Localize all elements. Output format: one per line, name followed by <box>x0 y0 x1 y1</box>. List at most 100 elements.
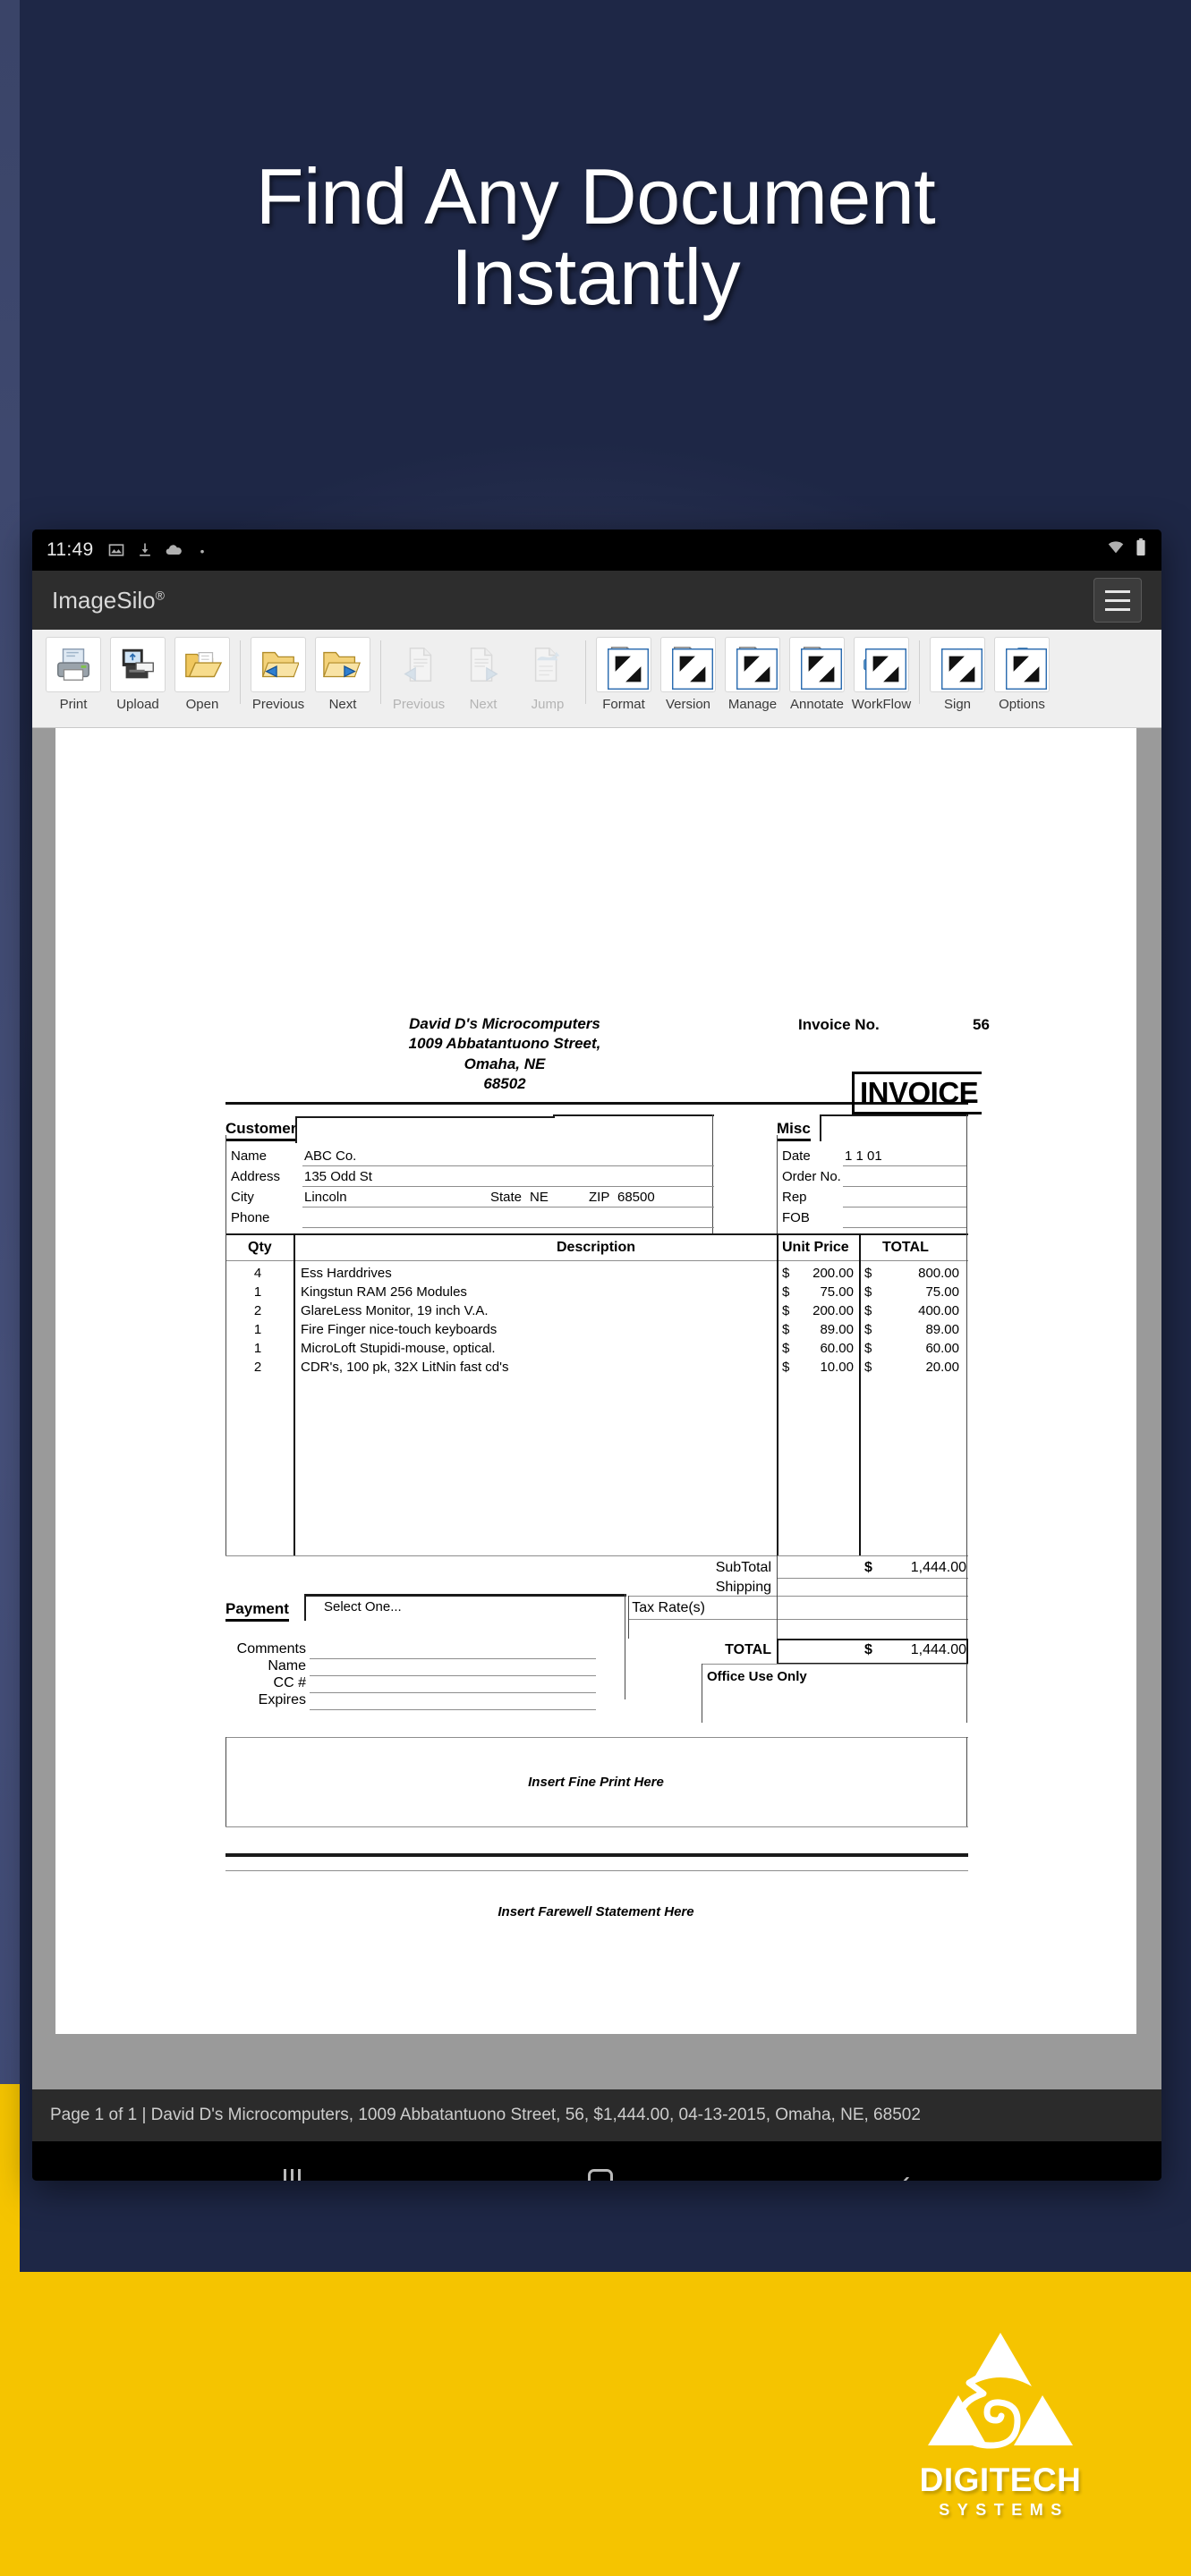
format-button-face[interactable] <box>596 637 651 692</box>
fine-print-text: Insert Fine Print Here <box>528 1775 664 1790</box>
office-box-right <box>966 1664 967 1723</box>
logo-subtext: SYSTEMS <box>939 2501 1069 2519</box>
toolbar-button-annotate[interactable]: Annotate <box>785 637 849 712</box>
row-total: 75.00 <box>925 1284 959 1300</box>
toolbar-button-manage[interactable]: Manage <box>720 637 785 712</box>
expand-arrow-icon <box>608 648 649 690</box>
rule <box>310 1675 596 1676</box>
customer-box-tab-edge <box>295 1116 297 1143</box>
total-box-top <box>777 1639 968 1640</box>
footer-rule-2 <box>225 1870 968 1871</box>
hamburger-bar <box>1105 607 1130 611</box>
expand-arrow-icon <box>941 648 983 690</box>
sender-street: 1009 Abbatantuono Street, <box>408 1035 601 1053</box>
rule <box>302 1207 714 1208</box>
totals-col-right <box>966 1555 967 1639</box>
row-total: 400.00 <box>918 1303 959 1318</box>
toolbar-button-format[interactable]: Format <box>591 637 656 712</box>
document-viewer[interactable]: David D's Microcomputers 1009 Abbatantuo… <box>32 728 1161 2089</box>
toolbar-label: Next <box>469 697 498 712</box>
row-qty: 2 <box>253 1303 262 1318</box>
payment-method-select[interactable]: Select One... <box>324 1599 402 1614</box>
open-button-face[interactable] <box>174 637 230 692</box>
row-unit-price: 10.00 <box>820 1360 854 1375</box>
headline-line-1: Find Any Document <box>255 152 936 241</box>
row-qty: 1 <box>253 1341 262 1356</box>
folder-next-icon <box>323 651 361 678</box>
customer-field-label: Name <box>231 1148 268 1164</box>
options-button-face[interactable] <box>994 637 1050 692</box>
toolbar-button-version[interactable]: Version <box>656 637 720 712</box>
misc-field-label: Order No. <box>782 1169 841 1184</box>
tax-rate-label: Tax Rate(s) <box>632 1600 705 1615</box>
download-icon <box>135 540 155 560</box>
zip-value: 68500 <box>617 1190 655 1205</box>
payment-section-label: Payment <box>225 1600 289 1622</box>
toolbar-button-workflow[interactable]: WorkFlow <box>849 637 914 712</box>
customer-field-value: ABC Co. <box>304 1148 357 1164</box>
toolbar-button-open[interactable]: Open <box>170 637 234 712</box>
toolbar-label: Next <box>328 697 357 712</box>
payment-field-label: Name <box>268 1658 306 1674</box>
row-desc: Fire Finger nice-touch keyboards <box>301 1322 498 1337</box>
registered-mark: ® <box>155 587 165 602</box>
sign-button-face[interactable] <box>930 637 985 692</box>
page-prev-icon <box>404 648 432 682</box>
expand-arrow-icon <box>672 648 713 690</box>
total-value: 1,444.00 <box>910 1642 966 1657</box>
farewell-text: Insert Farewell Statement Here <box>498 1904 694 1919</box>
image-icon <box>106 540 126 560</box>
toolbar-label: Upload <box>116 697 159 712</box>
print-button-face[interactable] <box>46 637 101 692</box>
menu-button[interactable] <box>1093 578 1142 623</box>
battery-icon <box>1135 538 1147 563</box>
toolbar-label: Version <box>665 697 711 712</box>
folder-next-button-face[interactable] <box>315 637 370 692</box>
recents-button[interactable] <box>283 2169 301 2181</box>
home-button[interactable] <box>587 2169 613 2181</box>
toolbar-button-print[interactable]: Print <box>41 637 106 712</box>
items-header-unit-price: Unit Price <box>782 1240 849 1255</box>
rule <box>302 1165 714 1166</box>
rule <box>843 1207 966 1208</box>
shipping-label: Shipping <box>715 1580 771 1595</box>
payment-box-top <box>304 1594 626 1597</box>
workflow-button-face[interactable] <box>854 637 909 692</box>
page-title: Find Any Document Instantly <box>0 157 1191 318</box>
items-col-desc-right <box>777 1233 778 1555</box>
back-button[interactable]: ‹ <box>900 2166 910 2181</box>
toolbar-label: Annotate <box>789 697 845 712</box>
office-use-only-label: Office Use Only <box>707 1669 807 1684</box>
rule <box>628 1596 968 1597</box>
toolbar-label: Options <box>999 697 1045 712</box>
toolbar-label: Sign <box>943 697 972 712</box>
app-title-text: ImageSilo <box>52 586 156 614</box>
status-clock: 11:49 <box>47 539 94 560</box>
wifi-icon <box>1106 538 1126 563</box>
sender-city-state: Omaha, NE <box>464 1055 546 1072</box>
total-box-left <box>777 1639 778 1665</box>
customer-box-right <box>712 1114 713 1233</box>
toolbar-button-sign[interactable]: Sign <box>925 637 990 712</box>
manage-button-face[interactable] <box>725 637 780 692</box>
toolbar-button-folder-previous[interactable]: Previous <box>246 637 311 712</box>
row-unit-price: 75.00 <box>820 1284 854 1300</box>
upload-button-face[interactable] <box>110 637 166 692</box>
footer-rule-1 <box>225 1853 968 1857</box>
customer-field-label: Address <box>231 1169 281 1184</box>
office-box-top <box>702 1664 968 1665</box>
sender-name: David D's Microcomputers <box>409 1015 600 1032</box>
document-page: David D's Microcomputers 1009 Abbatantuo… <box>55 728 1136 2034</box>
row-total: 89.00 <box>925 1322 959 1337</box>
toolbar-label: Jump <box>531 697 565 712</box>
folder-previous-button-face[interactable] <box>251 637 306 692</box>
digitech-triangle-icon <box>917 2327 1084 2462</box>
invoice-no-value: 56 <box>973 1016 990 1033</box>
annotate-button-face[interactable] <box>789 637 845 692</box>
row-unit-price: 200.00 <box>812 1266 854 1281</box>
items-table-top <box>225 1233 968 1235</box>
toolbar-button-options[interactable]: Options <box>990 637 1054 712</box>
toolbar-button-upload[interactable]: Upload <box>106 637 170 712</box>
toolbar-button-folder-next[interactable]: Next <box>311 637 375 712</box>
version-button-face[interactable] <box>660 637 716 692</box>
